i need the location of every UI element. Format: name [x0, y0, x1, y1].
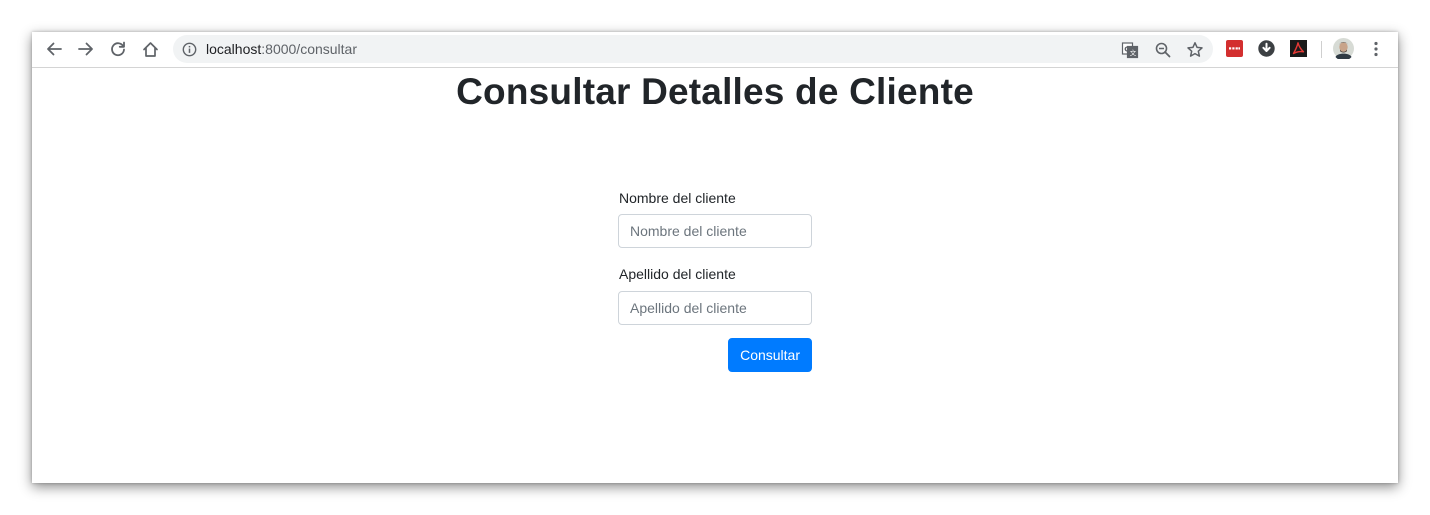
first-name-label: Nombre del cliente: [619, 190, 736, 206]
url-text[interactable]: localhost:8000/consultar: [206, 41, 357, 57]
first-name-input[interactable]: [618, 214, 812, 248]
back-button[interactable]: [43, 38, 65, 60]
consultar-button[interactable]: Consultar: [728, 338, 812, 372]
svg-text:文: 文: [1130, 48, 1137, 57]
toolbar-separator: [1321, 41, 1322, 58]
red-extension-icon[interactable]: [1226, 40, 1243, 57]
home-button[interactable]: [139, 38, 161, 60]
reload-icon: [111, 41, 125, 57]
avatar[interactable]: [1333, 38, 1354, 59]
url-host: localhost: [206, 41, 262, 57]
download-icon[interactable]: [1258, 40, 1275, 57]
reload-button[interactable]: [107, 38, 129, 60]
kebab-menu-icon[interactable]: [1368, 40, 1384, 58]
url-path: :8000/consultar: [261, 41, 357, 57]
zoom-out-icon[interactable]: [1154, 41, 1172, 59]
page-title: Consultar Detalles de Cliente: [456, 71, 974, 112]
back-arrow-icon: [47, 42, 62, 56]
address-bar[interactable]: localhost:8000/consultar G 文: [173, 35, 1213, 63]
forward-button[interactable]: [75, 38, 97, 60]
translate-icon[interactable]: G 文: [1121, 41, 1139, 59]
star-icon[interactable]: [1186, 41, 1204, 59]
browser-window: localhost:8000/consultar G 文 Consultar D…: [32, 32, 1398, 483]
last-name-label: Apellido del cliente: [619, 266, 736, 282]
forward-arrow-icon: [78, 42, 93, 56]
browser-toolbar: localhost:8000/consultar G 文: [32, 32, 1398, 68]
home-icon: [142, 41, 158, 57]
pdf-extension-icon[interactable]: [1290, 40, 1307, 57]
info-icon[interactable]: [182, 42, 197, 57]
last-name-input[interactable]: [618, 291, 812, 325]
page-content: Consultar Detalles de Cliente Nombre del…: [32, 68, 1398, 483]
